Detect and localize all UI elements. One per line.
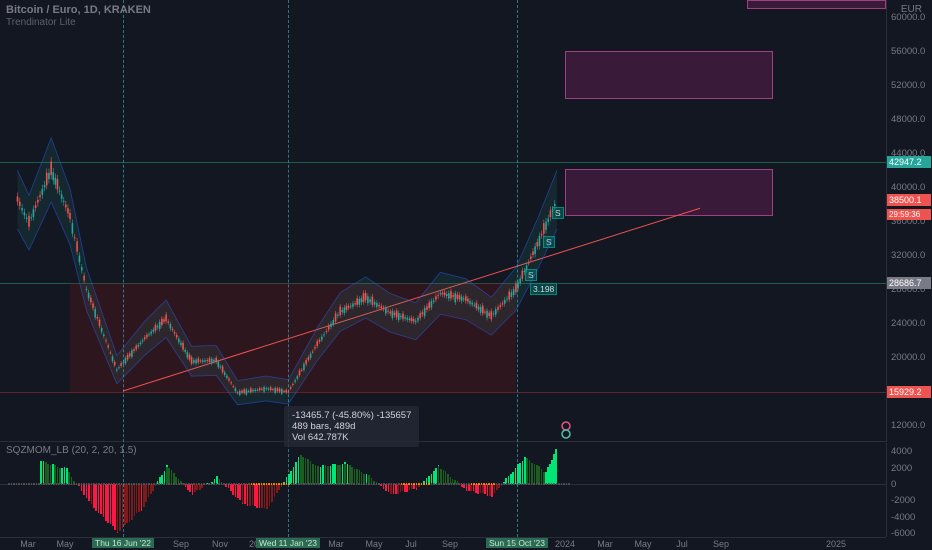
price-axis-label: 28686.7 — [887, 277, 931, 289]
date-range-line[interactable] — [517, 0, 518, 537]
price-axis-label: 38500.1 — [887, 194, 931, 206]
date-range-tag[interactable]: Sun 15 Oct '23 — [486, 538, 548, 548]
date-range-tag[interactable]: Wed 11 Jan '23 — [256, 538, 320, 548]
date-range-tag[interactable]: Thu 16 Jun '22 — [92, 538, 154, 548]
candlestick-series — [0, 0, 886, 442]
price-axis[interactable]: 60000.056000.052000.048000.044000.040000… — [886, 0, 932, 442]
sqzmom-pane[interactable] — [0, 443, 886, 537]
replay-markers — [559, 421, 573, 442]
date-range-line[interactable] — [288, 0, 289, 537]
symbol-title: Bitcoin / Euro, 1D, KRAKEN — [6, 4, 151, 16]
data-tooltip: -13465.7 (-45.80%) -135657 489 bars, 489… — [284, 406, 419, 447]
price-axis-label: 42947.2 — [887, 156, 931, 168]
date-range-line[interactable] — [123, 0, 124, 537]
sqzmom-label[interactable]: SQZMOM_LB (20, 2, 20, 1.5) — [6, 445, 137, 456]
price-axis-label: 15929.2 — [887, 386, 931, 398]
symbol-header[interactable]: Bitcoin / Euro, 1D, KRAKEN Trendinator L… — [6, 4, 151, 28]
indicator-name: Trendinator Lite — [6, 17, 151, 28]
chart-root: Bitcoin / Euro, 1D, KRAKEN Trendinator L… — [0, 0, 932, 550]
indicator-axis[interactable]: 400020000-2000-4000-6000 — [886, 443, 932, 537]
price-chart-pane[interactable]: S3.198SS — [0, 0, 886, 442]
currency-label: EUR — [901, 4, 922, 15]
price-axis-label: 29:59:36 — [887, 209, 931, 220]
